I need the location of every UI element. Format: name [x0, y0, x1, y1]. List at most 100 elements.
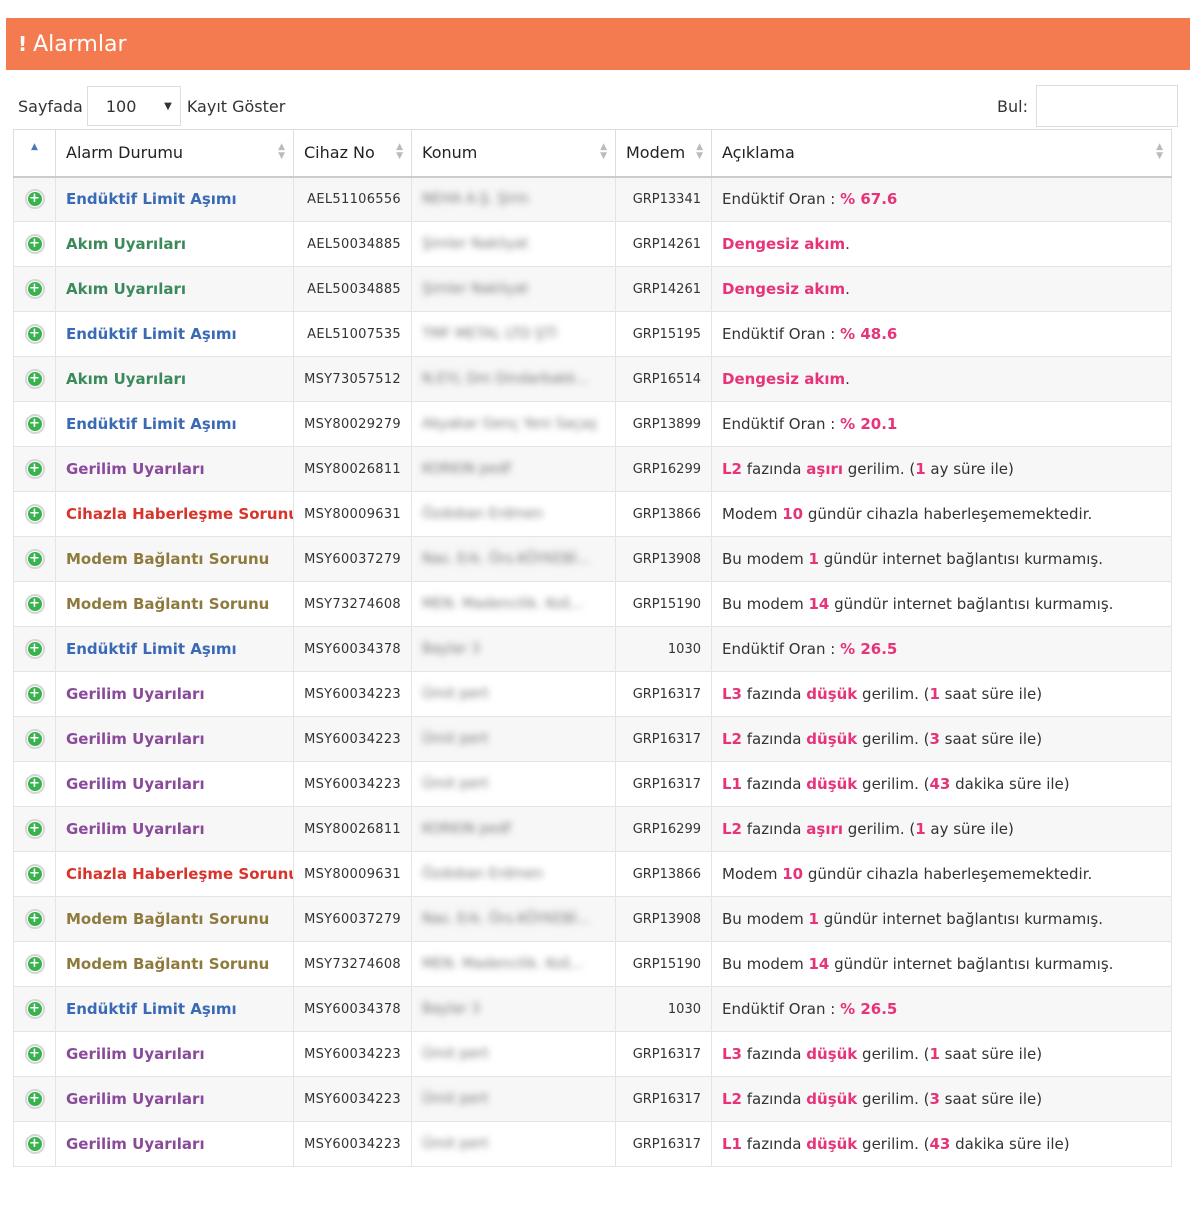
expand-cell[interactable]: + [13, 536, 56, 582]
table-row: + Cihazla Haberleşme Sorunu MSY80009631 Özd… [13, 851, 1172, 897]
device-no-cell: AEL51106556 [293, 176, 412, 222]
expand-plus-icon[interactable]: + [24, 909, 45, 929]
description-text: fazında [742, 1090, 807, 1108]
modem-cell: GRP15195 [615, 311, 712, 357]
device-no-header[interactable]: Cihaz No ▲ ▼ [293, 129, 412, 178]
page-length-select[interactable]: 100 ▼ [86, 86, 181, 126]
description-highlight: % 20.1 [840, 415, 898, 433]
expand-plus-icon[interactable]: + [24, 414, 45, 434]
location-cell: Baylar 3 [411, 986, 616, 1032]
location-cell: Özdoban Erdmen [411, 491, 616, 537]
location-text-blurred: KORKIN pedf [422, 821, 511, 837]
expand-plus-icon[interactable]: + [24, 954, 45, 974]
location-cell: NEHA A.Ş. Şirin [411, 176, 616, 222]
description-highlight: 1 [929, 1045, 940, 1063]
description-text: Endüktif Oran : [722, 325, 841, 343]
expand-plus-icon[interactable]: + [24, 549, 45, 569]
description-cell: Dengesiz akım. [711, 221, 1172, 267]
description-header[interactable]: Açıklama ▲ ▼ [711, 129, 1172, 178]
expand-cell[interactable]: + [13, 221, 56, 267]
expand-cell[interactable]: + [13, 806, 56, 852]
expand-cell[interactable]: + [13, 896, 56, 942]
expand-cell[interactable]: + [13, 941, 56, 987]
description-text: Endüktif Oran : [722, 190, 841, 209]
header-label: Modem [626, 143, 686, 163]
description-text: gündür cihazla haberleşememektedir. [803, 865, 1093, 883]
expand-plus-icon[interactable]: + [24, 684, 45, 704]
table-row: + Endüktif Limit Aşımı AEL51106556 NEHA A.Ş… [13, 176, 1172, 222]
description-highlight: Dengesiz akım [722, 235, 846, 253]
expand-plus-icon[interactable]: + [24, 729, 45, 749]
expand-plus-icon[interactable]: + [24, 324, 45, 344]
description-highlight: L1 [722, 775, 742, 793]
table-row: + Gerilim Uyarıları MSY60034223 Ümit pert GR… [13, 671, 1172, 717]
description-highlight: 14 [808, 595, 830, 613]
expand-plus-icon[interactable]: + [24, 504, 45, 524]
expand-plus-icon[interactable]: + [24, 189, 45, 210]
table-row: + Endüktif Limit Aşımı MSY80029279 Akyakar … [13, 401, 1172, 447]
location-text-blurred: Nas. Erk. Örs.KÖYKEBİ... [422, 911, 590, 927]
description-highlight: düşük [806, 1090, 858, 1108]
table-row: + Cihazla Haberleşme Sorunu MSY80009631 Özd… [13, 491, 1172, 537]
modem-cell: GRP15190 [615, 941, 712, 987]
expand-plus-icon[interactable]: + [24, 369, 45, 389]
expand-cell[interactable]: + [13, 356, 56, 402]
location-cell: N.EYL Dm Dindarbakk... [411, 356, 616, 402]
expand-plus-icon[interactable]: + [24, 594, 45, 614]
description-cell: Bu modem 14 gündür internet bağlantısı k… [711, 941, 1172, 987]
search-input[interactable] [1036, 85, 1178, 127]
modem-cell: GRP14261 [615, 266, 712, 312]
location-text-blurred: Nas. Erk. Örs.KÖYKEBİ... [422, 551, 590, 567]
expand-cell[interactable]: + [13, 1076, 56, 1122]
expand-plus-icon[interactable]: + [24, 1044, 45, 1064]
expand-plus-icon[interactable]: + [24, 234, 45, 254]
expand-plus-icon[interactable]: + [24, 864, 45, 884]
expand-cell[interactable]: + [13, 446, 56, 492]
expand-cell[interactable]: + [13, 311, 56, 357]
expand-plus-icon[interactable]: + [24, 1134, 45, 1154]
description-highlight: düşük [806, 685, 858, 703]
table-row: + Modem Bağlantı Sorunu MSY73274608 MEN. Ma… [13, 941, 1172, 987]
modem-header[interactable]: Modem ▲ ▼ [615, 129, 712, 178]
table-row: + Modem Bağlantı Sorunu MSY73274608 MEN. Ma… [13, 581, 1172, 627]
expand-cell[interactable]: + [13, 986, 56, 1032]
expand-cell[interactable]: + [13, 1121, 56, 1167]
control-column-header[interactable]: ▲ [13, 129, 56, 178]
location-cell: Ümit pert [411, 671, 616, 717]
device-no-cell: MSY73057512 [293, 356, 412, 402]
expand-plus-icon[interactable]: + [24, 459, 45, 479]
expand-cell[interactable]: + [13, 626, 56, 672]
expand-cell[interactable]: + [13, 491, 56, 537]
description-text: fazında [742, 775, 807, 793]
location-cell: KORKIN pedf [411, 446, 616, 492]
expand-plus-icon[interactable]: + [24, 1089, 45, 1109]
expand-cell[interactable]: + [13, 401, 56, 447]
expand-cell[interactable]: + [13, 1031, 56, 1077]
description-highlight: 1 [915, 820, 926, 838]
description-text: Bu modem [722, 910, 809, 928]
expand-cell[interactable]: + [13, 266, 56, 312]
alarm-status-header[interactable]: Alarm Durumu ▲ ▼ [55, 129, 294, 178]
description-text: . [845, 370, 850, 388]
description-text: fazında [742, 1135, 807, 1153]
description-text: gerilim. ( [857, 1045, 930, 1063]
expand-plus-icon[interactable]: + [24, 279, 45, 299]
expand-plus-icon[interactable]: + [24, 999, 45, 1019]
description-highlight: L2 [722, 730, 742, 748]
expand-cell[interactable]: + [13, 716, 56, 762]
expand-cell[interactable]: + [13, 176, 56, 222]
description-text: saat süre ile) [939, 1045, 1043, 1063]
expand-plus-icon[interactable]: + [24, 819, 45, 839]
expand-plus-icon[interactable]: + [24, 639, 45, 659]
description-highlight: 43 [929, 1135, 951, 1153]
expand-plus-icon[interactable]: + [24, 774, 45, 794]
expand-cell[interactable]: + [13, 761, 56, 807]
location-header[interactable]: Konum ▲ ▼ [411, 129, 616, 178]
description-text: dakika süre ile) [950, 1135, 1070, 1153]
expand-cell[interactable]: + [13, 851, 56, 897]
table-header-row: ▲ Alarm Durumu ▲ ▼ Cihaz No ▲ ▼ Konum ▲ ▼ Modem ▲ ▼ A… [13, 129, 1172, 178]
description-text: gerilim. ( [857, 1090, 930, 1108]
expand-cell[interactable]: + [13, 671, 56, 717]
device-no-cell: AEL50034885 [293, 266, 412, 312]
expand-cell[interactable]: + [13, 581, 56, 627]
